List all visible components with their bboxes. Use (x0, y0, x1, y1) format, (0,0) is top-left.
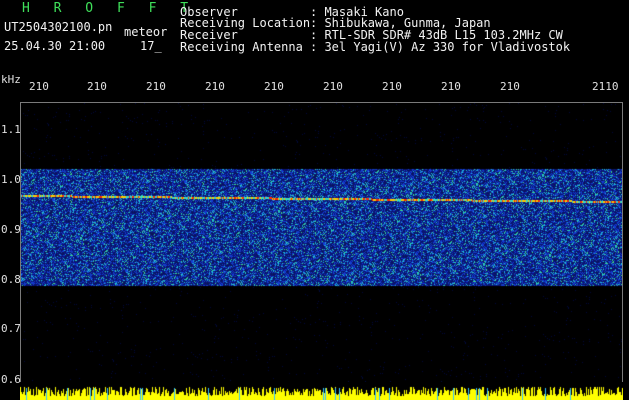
x-tick-label: 210 (382, 80, 402, 93)
hrofft-spectrogram-window: H R O F F T UT2504302100.pn meteor 25.04… (0, 0, 629, 400)
observation-minute: 17_ (140, 39, 162, 53)
y-tick-label: 0.7 (1, 322, 21, 335)
x-tick-label: 210 (205, 80, 225, 93)
y-axis-unit: kHz (1, 73, 21, 86)
app-title: H R O F F T (22, 1, 197, 16)
x-tick-label: 210 (29, 80, 49, 93)
info-key: Receiving Antenna (180, 40, 303, 54)
y-tick-label: 1.0 (1, 173, 21, 186)
signal-level-strip (20, 382, 623, 400)
y-tick-label: 0.8 (1, 273, 21, 286)
x-tick-label: 2110 (592, 80, 619, 93)
y-tick-label: 0.9 (1, 223, 21, 236)
x-tick-label: 210 (264, 80, 284, 93)
info-value: : 3el Yagi(V) Az 330 for Vladivostok (310, 40, 571, 54)
observation-datetime: 25.04.30 21:00 (4, 39, 106, 53)
x-tick-label: 210 (323, 80, 343, 93)
info-row-antenna: Receiving Antenna : 3el Yagi(V) Az 330 fo… (180, 41, 570, 53)
x-tick-label: 210 (87, 80, 107, 93)
x-tick-label: 210 (441, 80, 461, 93)
y-tick-label: 1.1 (1, 123, 21, 136)
file-name: UT2504302100.pn (4, 20, 113, 34)
y-tick-label: 0.6 (1, 373, 21, 386)
x-tick-label: 210 (146, 80, 166, 93)
spectrogram-canvas (21, 103, 622, 382)
observation-type: meteor (124, 25, 168, 39)
x-tick-label: 210 (500, 80, 520, 93)
